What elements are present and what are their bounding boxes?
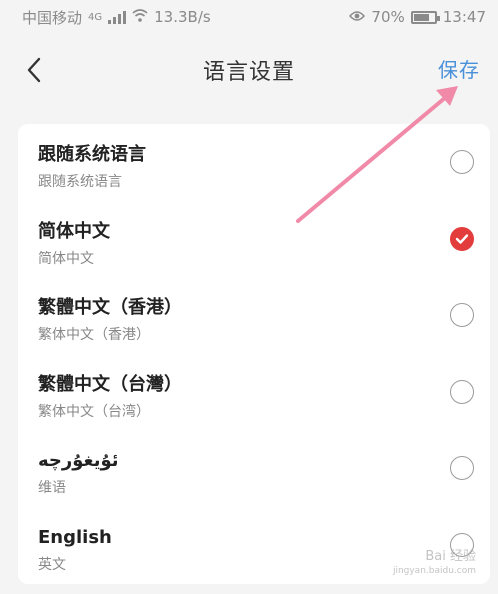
network-type: 4G <box>88 11 103 23</box>
radio-unchecked-icon[interactable] <box>450 379 474 404</box>
eye-icon <box>349 8 366 26</box>
battery-percent: 70% <box>371 8 405 26</box>
page-title: 语言设置 <box>202 60 295 85</box>
language-name: 繁體中文（香港） <box>38 297 182 318</box>
language-subtitle: 跟随系统语言 <box>38 174 122 190</box>
language-subtitle: 简体中文 <box>38 250 94 267</box>
radio-unchecked-icon[interactable] <box>450 456 474 480</box>
battery-icon <box>410 10 440 24</box>
watermark-main: Bai 经验 <box>425 549 476 564</box>
clock: 13:47 <box>442 8 486 26</box>
signal-icon <box>108 10 127 24</box>
language-name: ئۇيغۇرچە <box>38 450 119 471</box>
language-name: 繁體中文（台灣） <box>38 373 182 395</box>
radio-checked-icon[interactable] <box>450 226 474 251</box>
language-option[interactable]: 跟随系统语言 跟随系统语言 <box>18 124 490 201</box>
wifi-icon <box>132 8 148 26</box>
language-option[interactable]: ئۇيغۇرچە 维语 <box>18 430 490 507</box>
network-speed: 13.3B/s <box>154 8 211 26</box>
watermark-sub: jingyan.baidu.com <box>392 566 476 576</box>
radio-unchecked-icon[interactable] <box>450 303 474 327</box>
chevron-left-icon <box>27 57 41 83</box>
status-right: 70% 13:47 <box>349 8 486 26</box>
language-option[interactable]: 繁體中文（台灣） 繁体中文（台湾） <box>18 354 490 431</box>
save-button[interactable]: 保存 <box>438 54 480 83</box>
radio-unchecked-icon[interactable] <box>450 150 474 174</box>
language-name: 简体中文 <box>38 220 110 242</box>
status-bar: 中国移动 4G 13.3B/s 70% 13:47 <box>0 0 498 34</box>
back-button[interactable] <box>16 52 52 88</box>
language-option[interactable]: 简体中文 简体中文 <box>18 201 490 278</box>
language-name: English <box>38 526 112 548</box>
watermark: Bai 经验 jingyan.baidu.com <box>393 550 476 578</box>
language-subtitle: 繁体中文（香港） <box>38 327 150 343</box>
language-name: 跟随系统语言 <box>38 144 146 165</box>
carrier-label: 中国移动 <box>22 8 83 27</box>
language-subtitle: 维语 <box>38 480 66 496</box>
language-list: 跟随系统语言 跟随系统语言 简体中文 简体中文 繁體中文（香港） 繁体中文（香港） 繁體中文… <box>18 124 490 584</box>
language-subtitle: 繁体中文（台湾） <box>38 403 150 420</box>
status-left: 中国移动 4G 13.3B/s <box>22 7 211 28</box>
nav-bar: 语言设置 保存 <box>0 34 498 106</box>
language-option[interactable]: 繁體中文（香港） 繁体中文（香港） <box>18 277 490 354</box>
